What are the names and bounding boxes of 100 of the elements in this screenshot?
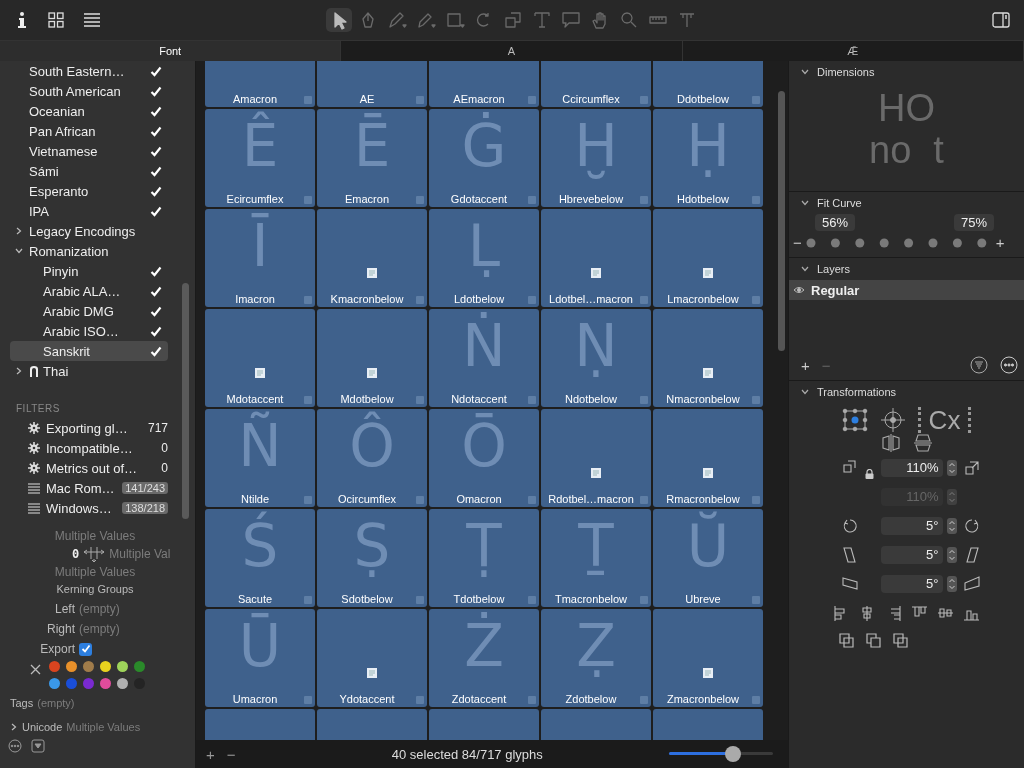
lock-icon[interactable] — [864, 468, 874, 479]
glyph-cell[interactable]: Amacron — [205, 61, 315, 107]
disclosure-chevron-icon[interactable] — [15, 247, 23, 255]
slant-v-right-icon[interactable] — [961, 573, 982, 594]
sidebar-item[interactable]: Arabic DMG — [10, 301, 168, 321]
filter-item[interactable]: Exporting gl… 717 — [0, 418, 168, 438]
sidebar-item[interactable]: Romanization — [10, 241, 168, 261]
filter-item[interactable]: Incompatible… 0 — [0, 438, 168, 458]
color-swatch[interactable] — [83, 678, 94, 689]
stepper-icon[interactable] — [946, 459, 957, 476]
glyph-cell[interactable]: Rmacronbelow — [653, 409, 763, 507]
sidebar-item[interactable]: Sanskrit — [10, 341, 168, 361]
glyph-cell[interactable]: Lmacronbelow — [653, 209, 763, 307]
disclosure-chevron-icon[interactable] — [10, 723, 18, 731]
filter-item[interactable]: Metrics out of… 0 — [0, 458, 168, 478]
select-tool-icon[interactable] — [326, 8, 352, 32]
path-operation-icon[interactable] — [837, 631, 856, 650]
document-tab[interactable]: Font — [0, 41, 342, 61]
glyph-cell[interactable]: Mdotaccent — [205, 309, 315, 407]
transform-value-field[interactable]: 110% — [880, 458, 943, 477]
sidebar-item[interactable]: Sámi — [10, 161, 168, 181]
glyph-cell[interactable]: Kmacronbelow — [317, 209, 427, 307]
eye-icon[interactable] — [793, 286, 805, 294]
sidebar-item[interactable]: Legacy Encodings — [10, 221, 168, 241]
section-chevron-icon[interactable] — [801, 68, 809, 76]
stepper-icon[interactable] — [946, 575, 957, 592]
zoom-slider[interactable] — [669, 746, 773, 762]
list-view-icon[interactable] — [84, 13, 100, 27]
sidebar-item[interactable]: Pan African — [10, 121, 168, 141]
sidebar-item[interactable]: Pinyin — [10, 261, 168, 281]
sidebar-item[interactable]: Esperanto — [10, 181, 168, 201]
color-swatch[interactable] — [117, 678, 128, 689]
export-checkbox[interactable] — [79, 642, 92, 656]
filter-icon[interactable] — [970, 356, 988, 374]
stepper-icon[interactable] — [946, 546, 957, 563]
color-swatch[interactable] — [117, 661, 128, 672]
increase-button[interactable]: + — [995, 234, 1005, 251]
section-chevron-icon[interactable] — [801, 265, 809, 273]
sidebar-item[interactable]: South Eastern… — [10, 61, 168, 81]
glyph-cell[interactable]: Nmacronbelow — [653, 309, 763, 407]
glyph-cell[interactable]: Ddotbelow — [653, 61, 763, 107]
color-swatch[interactable] — [83, 661, 94, 672]
sidebar-item[interactable]: IPA — [10, 201, 168, 221]
path-operation-icon[interactable] — [864, 631, 883, 650]
bounding-box-icon[interactable] — [841, 408, 868, 432]
transform-value-field[interactable]: 5° — [880, 545, 943, 564]
glyph-cell[interactable]: Zmacronbelow — [653, 609, 763, 707]
sidebar-item[interactable]: Vietnamese — [10, 141, 168, 161]
sidebar-toggle-icon[interactable] — [992, 12, 1010, 28]
filter-item[interactable]: Mac Rom… 141/243 — [0, 478, 168, 498]
color-swatch[interactable] — [49, 678, 60, 689]
origin-button[interactable]: Cx — [917, 407, 972, 433]
section-chevron-icon[interactable] — [801, 388, 809, 396]
slider-thumb[interactable] — [725, 746, 742, 762]
stepper-icon[interactable] — [946, 517, 957, 534]
curve-low-field[interactable]: 56% — [815, 214, 856, 231]
color-swatch[interactable] — [100, 661, 111, 672]
empty-glyph-icon — [703, 668, 713, 678]
flip-horizontal-icon[interactable] — [880, 433, 901, 453]
glyph-cell[interactable]: Rdotbel…macron — [541, 409, 651, 507]
color-swatch[interactable] — [49, 661, 60, 672]
clear-color-icon[interactable] — [30, 664, 41, 675]
disclosure-chevron-icon[interactable] — [15, 367, 23, 375]
glyph-cell[interactable]: AEmacron — [429, 61, 539, 107]
more-options-icon[interactable] — [8, 739, 22, 753]
sidebar-item[interactable]: Oceanian — [10, 101, 168, 121]
section-chevron-icon[interactable] — [801, 199, 809, 207]
scrollbar-thumb[interactable] — [778, 91, 785, 351]
scrollbar-thumb[interactable] — [182, 283, 189, 519]
glyph-cell[interactable]: Mdotbelow — [317, 309, 427, 407]
sidebar-item[interactable]: South American — [10, 81, 168, 101]
more-options-icon[interactable] — [1000, 356, 1018, 374]
transform-value-field[interactable]: 5° — [880, 516, 943, 535]
info-icon[interactable] — [16, 11, 28, 29]
crosshair-icon[interactable] — [879, 407, 906, 433]
glyph-cell[interactable]: Ydotaccent — [317, 609, 427, 707]
decrease-button[interactable]: − — [793, 234, 802, 251]
dropdown-icon[interactable] — [31, 739, 45, 753]
path-operation-icon[interactable] — [891, 631, 910, 650]
glyph-cell[interactable]: AE — [317, 61, 427, 107]
sidebar-item[interactable]: Arabic ALA… — [10, 281, 168, 301]
sidebar-item[interactable]: Thai — [10, 361, 168, 381]
add-layer-button[interactable]: + — [801, 356, 810, 374]
sidebar-item[interactable]: Arabic ISO… — [10, 321, 168, 341]
glyph-cell[interactable]: Ccircumflex — [541, 61, 651, 107]
color-swatch[interactable] — [134, 661, 145, 672]
color-swatch[interactable] — [66, 678, 77, 689]
add-glyph-button[interactable]: + — [206, 745, 215, 763]
color-label-marker — [528, 596, 536, 604]
filter-item[interactable]: Windows… 138/218 — [0, 498, 168, 518]
color-swatch[interactable] — [100, 678, 111, 689]
layer-item[interactable]: Regular — [789, 280, 1024, 300]
curve-high-field[interactable]: 75% — [953, 214, 994, 231]
color-swatch[interactable] — [66, 661, 77, 672]
transform-value-field[interactable]: 5° — [880, 574, 943, 593]
disclosure-chevron-icon[interactable] — [15, 227, 23, 235]
grid-view-icon[interactable] — [48, 12, 64, 28]
remove-glyph-button[interactable]: − — [226, 745, 236, 763]
flip-vertical-icon[interactable] — [912, 433, 933, 453]
glyph-cell[interactable]: Ldotbel…macron — [541, 209, 651, 307]
